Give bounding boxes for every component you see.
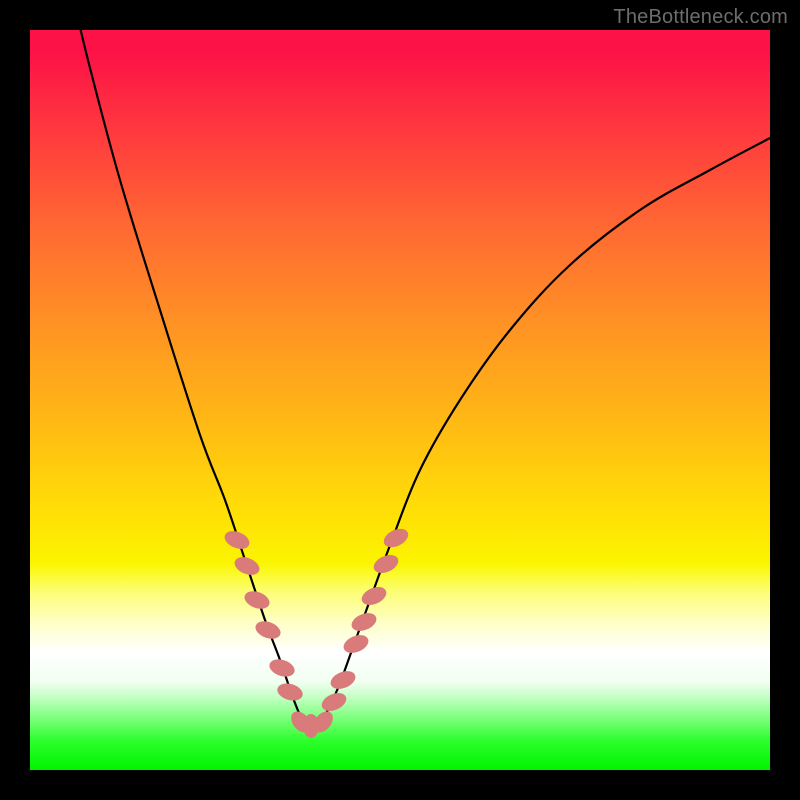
data-marker — [328, 668, 358, 693]
data-marker — [267, 656, 297, 679]
data-marker — [222, 528, 252, 553]
data-marker — [242, 588, 272, 612]
data-marker — [253, 618, 283, 642]
chart-svg — [30, 30, 770, 770]
data-marker — [349, 610, 379, 635]
chart-frame: TheBottleneck.com — [0, 0, 800, 800]
data-marker — [341, 632, 371, 657]
data-marker — [319, 689, 349, 714]
data-markers — [222, 525, 411, 738]
data-marker — [232, 554, 262, 579]
bottleneck-curve — [76, 30, 770, 726]
watermark-text: TheBottleneck.com — [613, 6, 788, 29]
plot-area — [30, 30, 770, 770]
data-marker — [275, 681, 304, 704]
